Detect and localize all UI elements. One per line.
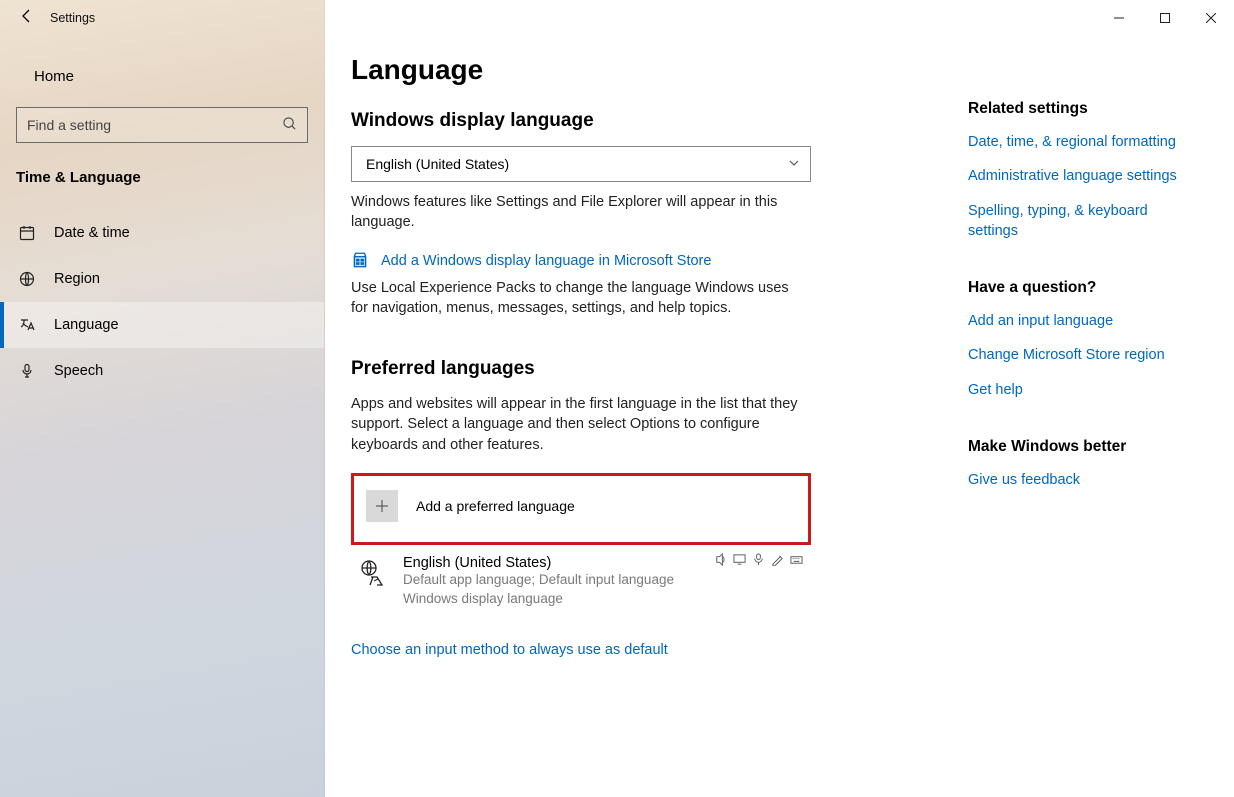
- preferred-heading: Preferred languages: [351, 358, 941, 380]
- language-subtitle-2: Windows display language: [403, 590, 807, 609]
- back-button[interactable]: [18, 8, 34, 27]
- display-language-heading: Windows display language: [351, 110, 941, 132]
- preferred-desc: Apps and websites will appear in the fir…: [351, 394, 801, 455]
- chevron-down-icon: [788, 156, 800, 172]
- keyboard-icon: [790, 553, 803, 569]
- nav-date-time[interactable]: Date & time: [0, 210, 324, 256]
- store-link-row[interactable]: Add a Windows display language in Micros…: [351, 251, 941, 272]
- globe-icon: [18, 270, 36, 288]
- link-give-feedback[interactable]: Give us feedback: [968, 470, 1198, 490]
- clock-icon: [18, 224, 36, 242]
- titlebar: Settings: [0, 0, 1234, 35]
- display-icon: [733, 553, 746, 569]
- microphone-icon: [18, 362, 36, 380]
- display-language-desc: Windows features like Settings and File …: [351, 192, 801, 233]
- close-button[interactable]: [1188, 2, 1234, 34]
- content: Language Windows display language Englis…: [351, 48, 941, 797]
- link-add-input-language[interactable]: Add an input language: [968, 311, 1198, 331]
- nav-label: Date & time: [54, 225, 130, 241]
- language-feature-badges: [714, 553, 803, 569]
- preferred-language-item[interactable]: English (United States) Default app lang…: [351, 545, 811, 613]
- better-heading: Make Windows better: [968, 438, 1198, 456]
- search-box[interactable]: [16, 107, 308, 143]
- nav-speech[interactable]: Speech: [0, 348, 324, 394]
- tts-icon: [714, 553, 727, 569]
- related-heading: Related settings: [968, 100, 1198, 118]
- choose-input-method-link[interactable]: Choose an input method to always use as …: [351, 642, 668, 658]
- store-link[interactable]: Add a Windows display language in Micros…: [381, 253, 711, 269]
- section-title: Time & Language: [0, 159, 324, 200]
- handwriting-icon: [771, 553, 784, 569]
- add-preferred-language[interactable]: Add a preferred language: [351, 473, 811, 545]
- link-change-store-region[interactable]: Change Microsoft Store region: [968, 345, 1198, 365]
- speech-icon: [752, 553, 765, 569]
- nav-list: Date & time Region Language Speech: [0, 210, 324, 394]
- display-language-dropdown[interactable]: English (United States): [351, 146, 811, 182]
- language-subtitle-1: Default app language; Default input lang…: [403, 571, 807, 590]
- window-title: Settings: [50, 11, 95, 25]
- search-input[interactable]: [27, 117, 282, 133]
- sidebar: Home Time & Language Date & time Region …: [0, 0, 325, 797]
- minimize-button[interactable]: [1096, 2, 1142, 34]
- link-date-regional[interactable]: Date, time, & regional formatting: [968, 132, 1198, 152]
- add-label: Add a preferred language: [416, 498, 575, 514]
- link-spelling-typing[interactable]: Spelling, typing, & keyboard settings: [968, 201, 1198, 242]
- nav-region[interactable]: Region: [0, 256, 324, 302]
- store-desc: Use Local Experience Packs to change the…: [351, 278, 801, 319]
- maximize-button[interactable]: [1142, 2, 1188, 34]
- nav-label: Language: [54, 317, 119, 333]
- plus-icon: [366, 490, 398, 522]
- link-admin-language[interactable]: Administrative language settings: [968, 166, 1198, 186]
- page-title: Language: [351, 54, 941, 86]
- dropdown-value: English (United States): [366, 156, 509, 172]
- nav-label: Region: [54, 271, 100, 287]
- store-icon: [351, 251, 369, 272]
- search-icon: [282, 116, 297, 134]
- main-area: Language Windows display language Englis…: [325, 0, 1234, 797]
- nav-label: Speech: [54, 363, 103, 379]
- home-label: Home: [34, 68, 74, 85]
- right-rail: Related settings Date, time, & regional …: [968, 100, 1198, 528]
- home-nav[interactable]: Home: [0, 58, 324, 95]
- nav-language[interactable]: Language: [0, 302, 324, 348]
- language-icon: [18, 316, 36, 334]
- language-pack-icon: [359, 555, 389, 609]
- question-heading: Have a question?: [968, 279, 1198, 297]
- link-get-help[interactable]: Get help: [968, 380, 1198, 400]
